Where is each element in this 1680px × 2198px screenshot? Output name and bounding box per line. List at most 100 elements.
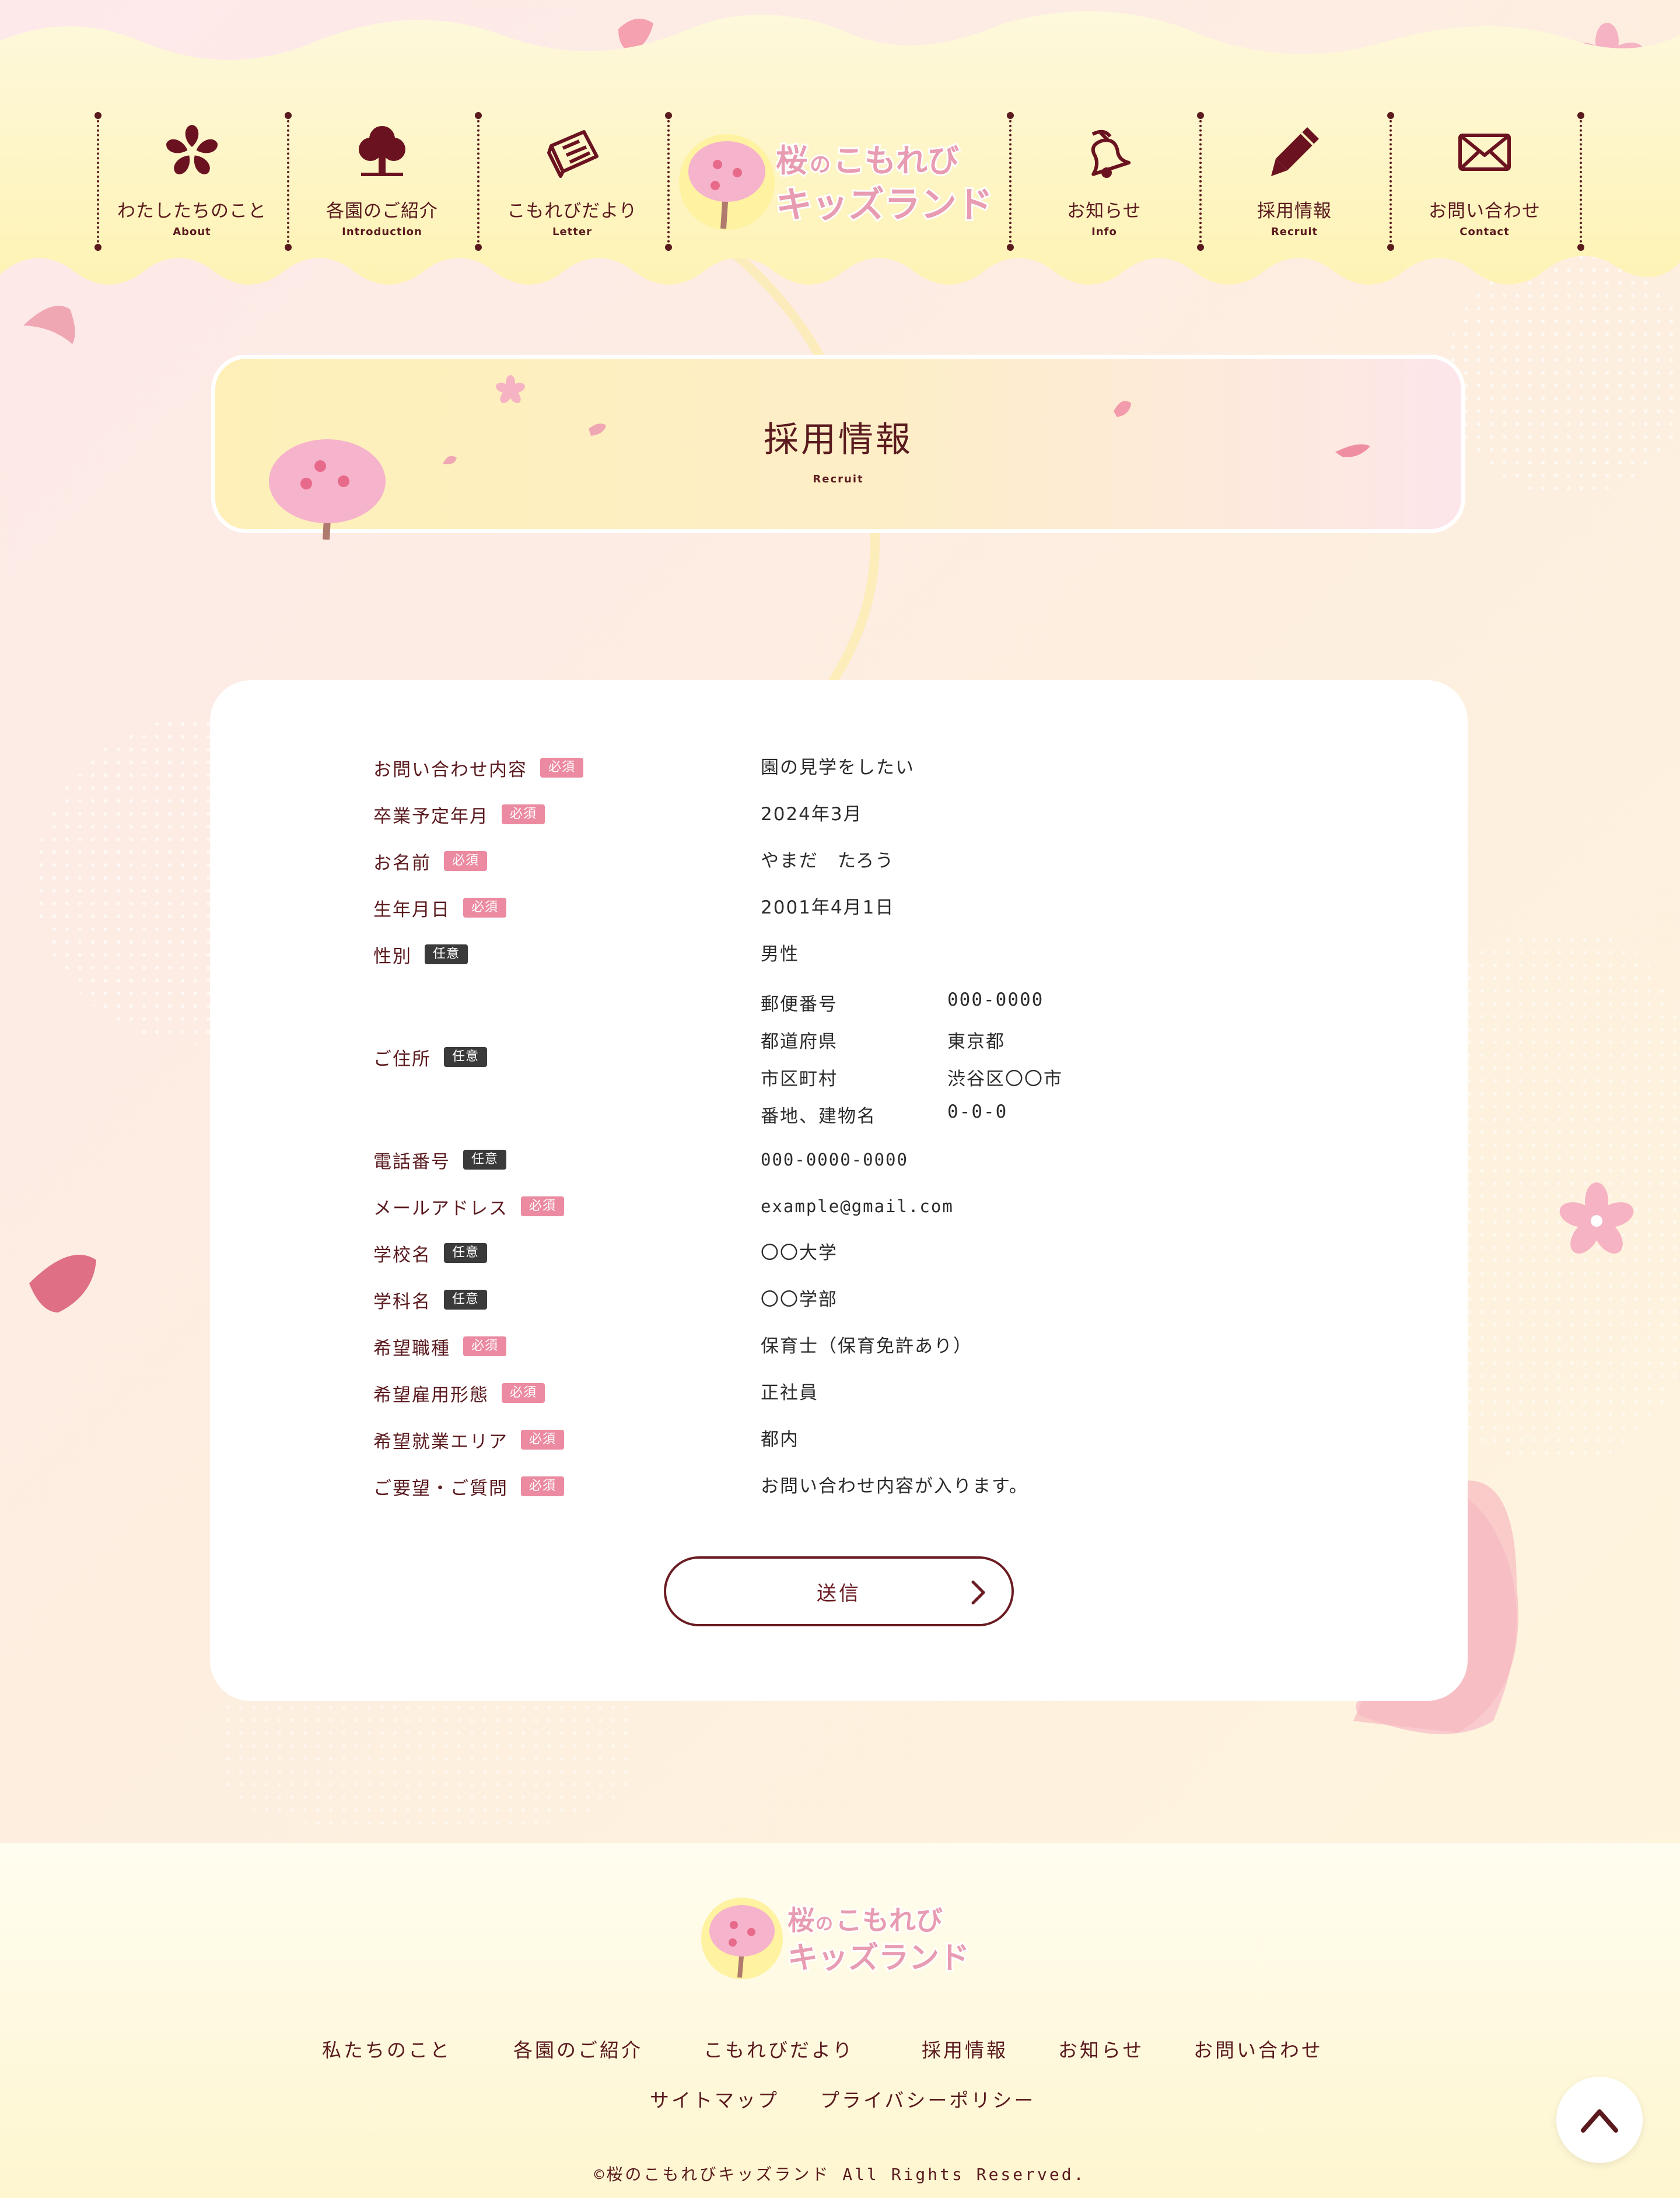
form-row-area: 希望就業エリア 必須 [373, 1428, 565, 1452]
nav-sublabel: Recruit [1270, 226, 1318, 238]
field-label: お問い合わせ内容 [373, 759, 527, 780]
footer-link-letter[interactable]: こもれびだより [704, 2035, 854, 2063]
address-key: 番地、建物名 [761, 1106, 876, 1127]
field-label: メールアドレス [373, 1198, 508, 1219]
nav-label: 各園のご紹介 [326, 201, 438, 222]
address-value: 000-0000 [947, 989, 1044, 1010]
field-label: ご住所 [373, 1048, 431, 1070]
address-value: 渋谷区〇〇市 [947, 1069, 1063, 1090]
svg-text:桜: 桜 [788, 1905, 814, 1936]
required-badge: 必須 [463, 898, 507, 918]
logo-text: 桜 の こもれび キッズランド [788, 1903, 971, 1978]
required-badge: 必須 [521, 1476, 565, 1496]
site-header: わたしたちのこと About 各園のご紹介 Introduction こもれびだ… [0, 0, 1680, 303]
form-row-name: お名前 必須 [373, 849, 488, 874]
footer-link-introduction[interactable]: 各園のご紹介 [513, 2035, 643, 2063]
nav-separator [285, 112, 292, 251]
logo-text: 桜 の こもれび キッズランド [776, 141, 995, 228]
address-value: 0-0-0 [947, 1101, 1008, 1122]
footer-logo[interactable]: 桜 の こもれび キッズランド [700, 1896, 980, 1981]
page-top-button[interactable] [1556, 2077, 1643, 2163]
required-badge: 必須 [540, 758, 584, 778]
field-value: やまだ たろう [761, 850, 895, 872]
optional-badge: 任意 [425, 944, 468, 964]
sakura-icon [1559, 1182, 1634, 1254]
field-value: example@gmail.com [761, 1196, 954, 1216]
site-logo[interactable]: 桜 の こもれび キッズランド [677, 130, 1003, 235]
field-value: 正社員 [761, 1382, 818, 1404]
nav-label: 採用情報 [1257, 201, 1332, 222]
footer-link-sitemap[interactable]: サイトマップ [650, 2085, 779, 2113]
field-value: 保育士（保育免許あり） [761, 1336, 972, 1357]
address-key: 都道府県 [761, 1031, 838, 1052]
form-row-address: ご住所 任意 [373, 1045, 488, 1070]
nav-info[interactable]: お知らせ Info [1014, 111, 1195, 251]
field-label: お名前 [373, 852, 431, 874]
nav-sublabel: Introduction [342, 226, 422, 238]
field-value: 〇〇学部 [761, 1289, 838, 1310]
svg-text:こもれび: こもれび [833, 142, 959, 179]
mail-icon [1458, 134, 1511, 171]
field-label: 卒業予定年月 [373, 806, 489, 827]
nav-recruit[interactable]: 採用情報 Recruit [1204, 111, 1385, 251]
form-row-request: ご要望・ご質問 必須 [373, 1475, 565, 1499]
nav-sublabel: Contact [1460, 226, 1510, 238]
footer-link-contact[interactable]: お問い合わせ [1194, 2035, 1323, 2063]
nav-letter[interactable]: こもれびだより Letter [482, 111, 663, 251]
newspaper-icon [547, 130, 598, 178]
footer-link-info[interactable]: お知らせ [1058, 2035, 1144, 2063]
petal-icon [29, 1255, 96, 1312]
nav-sublabel: About [173, 226, 211, 238]
confirm-form-card [210, 680, 1468, 1701]
field-label: 希望就業エリア [373, 1431, 508, 1452]
required-badge: 必須 [521, 1430, 565, 1450]
page-title: 採用情報 [764, 419, 913, 460]
nav-contact[interactable]: お問い合わせ Contact [1394, 111, 1575, 251]
field-label: 学科名 [373, 1291, 431, 1312]
bell-icon [1091, 130, 1131, 178]
svg-text:の: の [816, 1914, 833, 1934]
pencil-icon [1271, 127, 1319, 176]
nav-label: こもれびだより [507, 201, 638, 222]
sakura-icon [166, 125, 218, 174]
address-key: 郵便番号 [761, 994, 838, 1015]
address-key: 市区町村 [761, 1069, 838, 1090]
nav-separator [94, 112, 102, 251]
field-label: 希望雇用形態 [373, 1384, 489, 1406]
field-label: 希望職種 [373, 1338, 450, 1359]
field-value: お問い合わせ内容が入ります。 [761, 1476, 1028, 1497]
field-label: 生年月日 [373, 899, 450, 921]
form-row-email: メールアドレス 必須 [373, 1195, 565, 1219]
nav-about[interactable]: わたしたちのこと About [102, 111, 282, 251]
field-value: 〇〇大学 [761, 1242, 838, 1264]
nav-introduction[interactable]: 各園のご紹介 Introduction [292, 111, 473, 251]
petal-icon [23, 306, 75, 344]
required-badge: 必須 [502, 1383, 545, 1403]
form-row-graduation: 卒業予定年月 必須 [373, 803, 545, 827]
field-value: 男性 [761, 944, 799, 965]
nav-label: お知らせ [1067, 201, 1142, 222]
field-value: 2001年4月1日 [761, 897, 895, 918]
footer-link-about[interactable]: 私たちのこと [322, 2035, 452, 2063]
field-label: ご要望・ご質問 [373, 1478, 508, 1499]
required-badge: 必須 [521, 1196, 565, 1216]
svg-text:キッズランド: キッズランド [788, 1941, 970, 1976]
nav-sublabel: Letter [552, 226, 592, 238]
address-value: 東京都 [947, 1031, 1005, 1052]
svg-text:の: の [810, 153, 831, 177]
svg-text:キッズランド: キッズランド [776, 183, 993, 226]
nav-sublabel: Info [1091, 226, 1117, 238]
footer-link-recruit[interactable]: 採用情報 [922, 2035, 1008, 2063]
form-row-department: 学科名 任意 [373, 1288, 488, 1312]
chevron-up-icon [1581, 2109, 1618, 2133]
field-value: 園の見学をしたい [761, 757, 915, 778]
footer-link-privacy[interactable]: プライバシーポリシー [820, 2085, 1035, 2113]
form-row-birthday: 生年月日 必須 [373, 896, 507, 921]
optional-badge: 任意 [444, 1243, 488, 1263]
submit-button[interactable]: 送信 [664, 1556, 1014, 1626]
svg-text:こもれび: こもれび [835, 1905, 943, 1936]
nav-separator [1007, 112, 1014, 251]
form-row-phone: 電話番号 任意 [373, 1148, 507, 1172]
nav-separator [665, 112, 672, 251]
chevron-right-icon [971, 1580, 985, 1605]
